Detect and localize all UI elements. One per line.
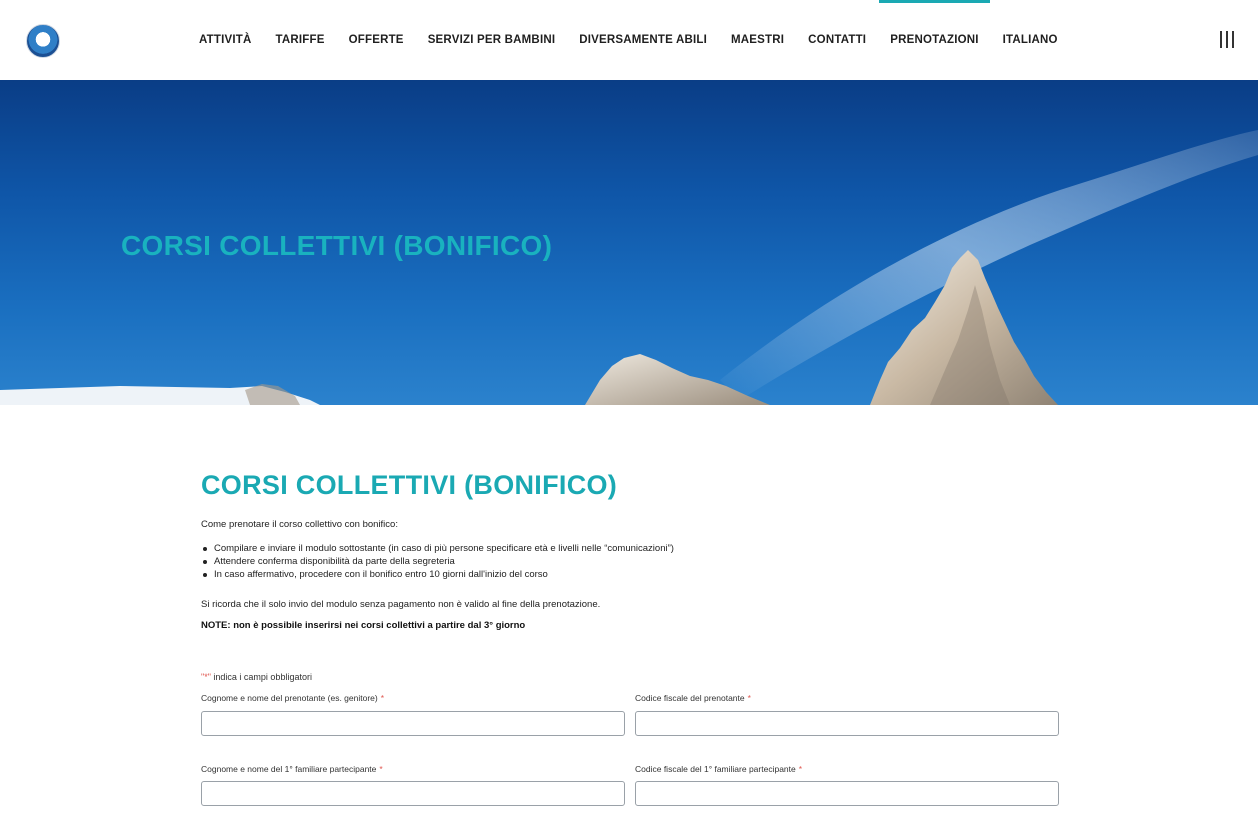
hamburger-menu-icon[interactable]: [1220, 31, 1234, 48]
list-item: In caso affermativo, procedere con il bo…: [201, 568, 1061, 581]
booker-tax-code-label: Codice fiscale del prenotante *: [635, 693, 751, 703]
participant-1-name-label: Cognome e nome del 1° familiare partecip…: [201, 764, 383, 774]
required-fields-hint: "*" indica i campi obbligatori: [201, 672, 312, 682]
nav-item-contatti[interactable]: CONTATTI: [808, 0, 866, 80]
nav-item-offerte[interactable]: OFFERTE: [349, 0, 404, 80]
payment-reminder: Si ricorda che il solo invio del modulo …: [201, 599, 601, 610]
nav-item-diversamente-abili[interactable]: DIVERSAMENTE ABILI: [579, 0, 707, 80]
snowflake-icon: ❄: [38, 32, 50, 48]
main-navigation: ATTIVITÀ TARIFFE OFFERTE SERVIZI PER BAM…: [199, 0, 1082, 80]
note-text: NOTE: non è possibile inserirsi nei cors…: [201, 620, 526, 631]
language-selector[interactable]: ITALIANO: [1003, 0, 1058, 80]
main-content: CORSI COLLETTIVI (BONIFICO) Come prenota…: [201, 470, 1061, 631]
nav-item-servizi-per-bambini[interactable]: SERVIZI PER BAMBINI: [428, 0, 556, 80]
site-header: ❄ ATTIVITÀ TARIFFE OFFERTE SERVIZI PER B…: [0, 0, 1258, 80]
nav-item-maestri[interactable]: MAESTRI: [731, 0, 784, 80]
hero-title: CORSI COLLETTIVI (BONIFICO): [121, 230, 553, 261]
nav-item-tariffe[interactable]: TARIFFE: [276, 0, 325, 80]
booking-steps-list: Compilare e inviare il modulo sottostant…: [201, 542, 1061, 581]
page-title: CORSI COLLETTIVI (BONIFICO): [201, 470, 618, 500]
booker-name-label: Cognome e nome del prenotante (es. genit…: [201, 693, 385, 703]
participant-1-tax-code-label: Codice fiscale del 1° familiare partecip…: [635, 764, 803, 774]
booker-tax-code-input[interactable]: [635, 711, 1059, 736]
participant-1-name-input[interactable]: [201, 781, 625, 806]
list-item: Attendere conferma disponibilità da part…: [201, 555, 1061, 568]
participant-1-tax-code-input[interactable]: [635, 781, 1059, 806]
ski-school-logo[interactable]: ❄: [26, 24, 60, 58]
nav-item-prenotazioni[interactable]: PRENOTAZIONI: [879, 0, 991, 80]
nav-item-attivita[interactable]: ATTIVITÀ: [199, 0, 252, 80]
hero-banner: CORSI COLLETTIVI (BONIFICO): [0, 80, 1258, 405]
booker-name-input[interactable]: [201, 711, 625, 736]
intro-text: Come prenotare il corso collettivo con b…: [201, 519, 398, 530]
list-item: Compilare e inviare il modulo sottostant…: [201, 542, 1061, 555]
